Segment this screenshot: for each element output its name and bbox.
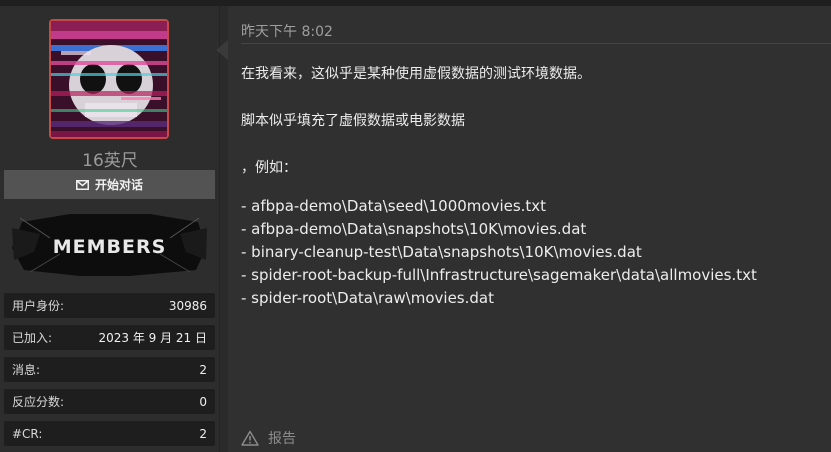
divider (241, 43, 831, 44)
start-conversation-button[interactable]: 开始对话 (4, 170, 215, 199)
start-conversation-label: 开始对话 (94, 178, 143, 192)
banner-text: MEMBERS (53, 236, 167, 258)
stat-label: 已加入: (12, 331, 53, 345)
file-path-list: - afbpa-demo\Data\seed\1000movies.txt - … (241, 195, 757, 310)
members-banner-image: MEMBERS (10, 208, 209, 280)
message-pointer-arrow (216, 40, 228, 60)
stat-value: 2023 年 9 月 21 日 (98, 331, 207, 345)
stat-user-id: 用户身份: 30986 (4, 293, 215, 318)
stat-label: #CR: (12, 426, 43, 441)
stat-value: 0 (199, 394, 207, 409)
envelope-icon (75, 179, 89, 190)
post-paragraph: ，例如： (241, 160, 297, 176)
stat-value: 2 (199, 426, 207, 441)
message-body: 昨天下午 8:02 在我看来，这似乎是某种使用虚假数据的测试环境数据。 脚本似乎… (228, 6, 831, 452)
user-panel: 16英尺 开始对话 MEMBERS 用户身份: 30986 已加入: 2023 … (0, 6, 220, 452)
stat-label: 用户身份: (12, 299, 65, 313)
stat-value: 30986 (168, 298, 207, 313)
stat-cr: #CR: 2 (4, 421, 215, 446)
stat-reaction-score: 反应分数: 0 (4, 389, 215, 414)
warning-icon (241, 430, 259, 446)
list-item: - afbpa-demo\Data\snapshots\10K\movies.d… (241, 220, 587, 238)
members-banner: MEMBERS (10, 208, 209, 280)
post-timestamp[interactable]: 昨天下午 8:02 (241, 21, 333, 41)
post-paragraph: 脚本似乎填充了虚假数据或电影数据 (241, 113, 465, 129)
report-button[interactable]: 报告 (241, 428, 296, 448)
list-item: - spider-root-backup-full\Infrastructure… (241, 266, 757, 284)
post-paragraph: 在我看来，这似乎是某种使用虚假数据的测试环境数据。 (241, 66, 591, 82)
username[interactable]: 16英尺 (0, 146, 220, 171)
stat-value: 2 (199, 362, 207, 377)
user-avatar[interactable] (49, 19, 169, 139)
stat-joined: 已加入: 2023 年 9 月 21 日 (4, 325, 215, 350)
stat-messages: 消息: 2 (4, 357, 215, 382)
stat-label: 反应分数: (12, 395, 65, 409)
stat-label: 消息: (12, 363, 41, 377)
list-item: - afbpa-demo\Data\seed\1000movies.txt (241, 197, 547, 215)
user-stats: 用户身份: 30986 已加入: 2023 年 9 月 21 日 消息: 2 反… (4, 293, 215, 452)
report-label: 报告 (268, 431, 296, 447)
list-item: - spider-root\Data\raw\movies.dat (241, 289, 494, 307)
avatar-glitch-image (51, 21, 167, 137)
list-item: - binary-cleanup-test\Data\snapshots\10K… (241, 243, 642, 261)
